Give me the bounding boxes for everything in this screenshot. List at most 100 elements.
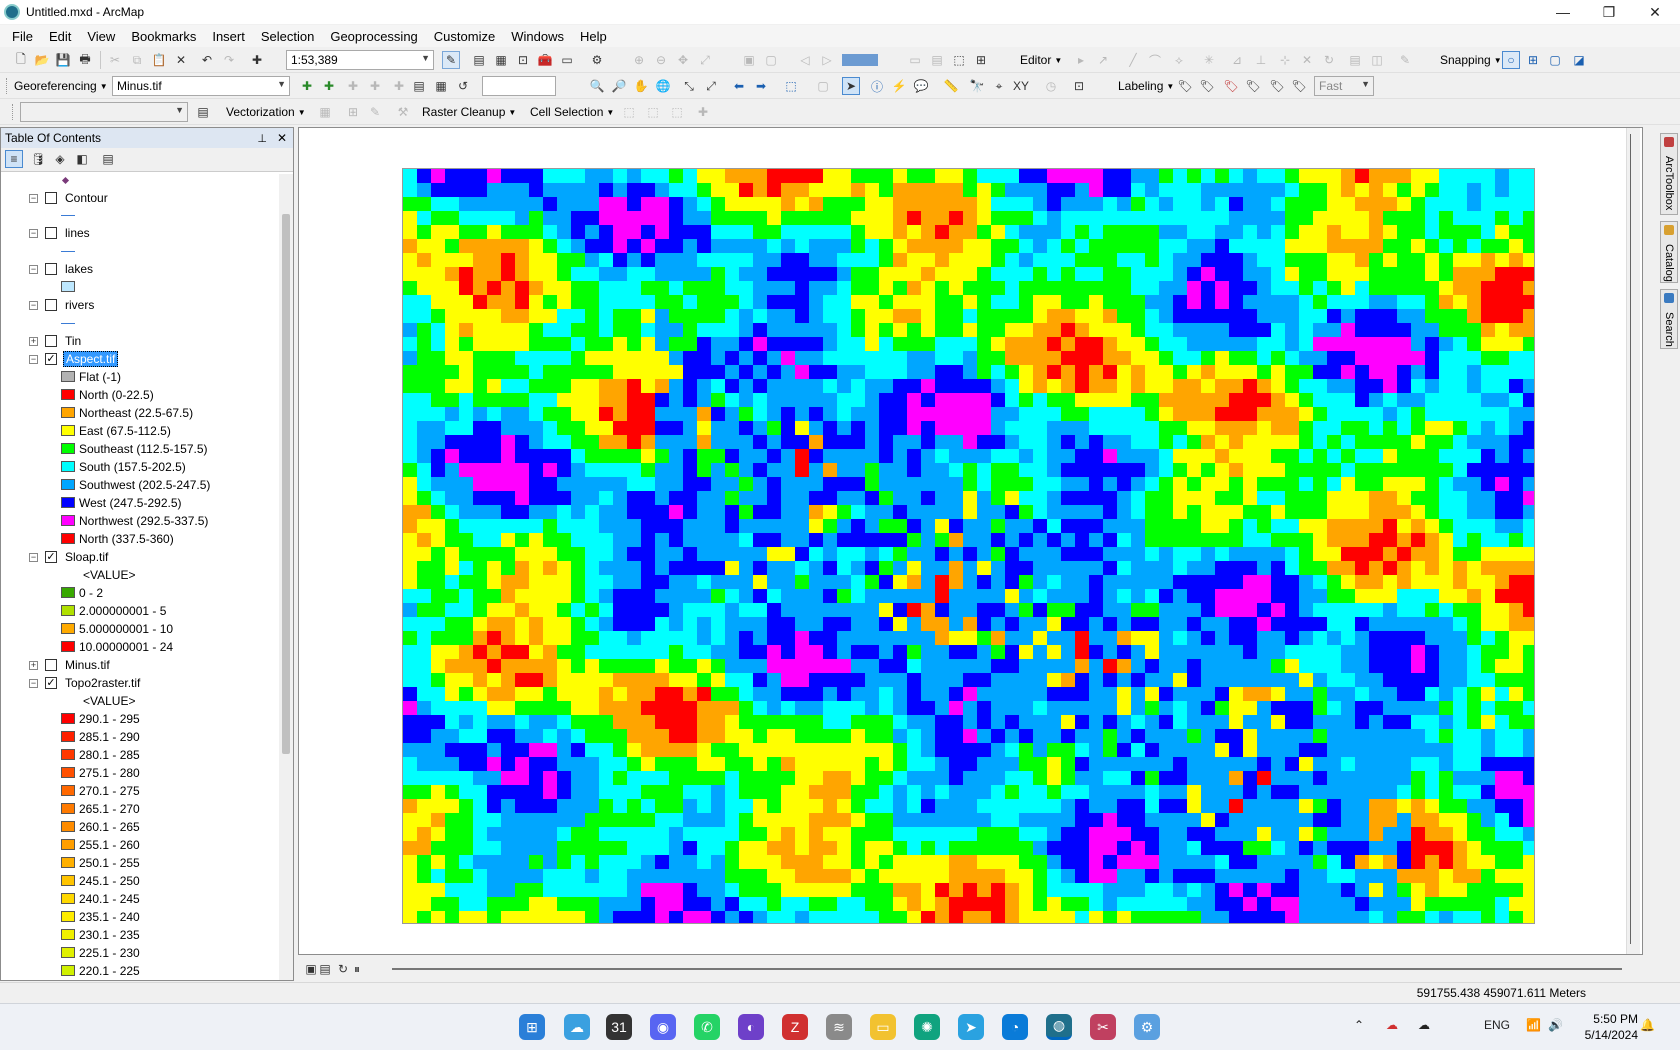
new-document-icon[interactable]: 🗋	[12, 51, 30, 69]
add-data-icon[interactable]: ✚	[248, 51, 266, 69]
legend-swatch[interactable]	[61, 947, 75, 958]
create-viewer-icon[interactable]: ⊡	[1070, 77, 1088, 95]
edit-annotation-icon[interactable]: ↗	[1094, 51, 1112, 69]
volume-icon[interactable]: 🔊	[1548, 1018, 1563, 1032]
whatsapp-icon[interactable]: ✆	[694, 1014, 720, 1040]
attributes-icon[interactable]: ▤	[1346, 51, 1364, 69]
time-slider-icon[interactable]: ◷	[1042, 77, 1060, 95]
legend-swatch[interactable]	[61, 605, 75, 616]
raster-pencil-icon[interactable]: ✎	[366, 103, 384, 121]
change-layout-icon[interactable]: ⬚	[950, 51, 968, 69]
python-window-icon[interactable]: ▭	[558, 51, 576, 69]
arctoolbox-icon[interactable]: 🧰	[536, 51, 554, 69]
layer-aspect[interactable]: − ✓ Aspect.tif	[1, 350, 261, 368]
edge-browser-icon[interactable]: ◔	[1002, 1014, 1028, 1040]
cloud-icon[interactable]: ☁	[1418, 1018, 1430, 1032]
toc-close-icon[interactable]: ✕	[277, 131, 287, 145]
label-manager-icon[interactable]: 🏷	[1176, 77, 1194, 95]
cell-selection-dropdown[interactable]: Cell Selection ▼	[526, 102, 618, 122]
select-by-rectangle-icon[interactable]: ⬚	[782, 77, 800, 95]
layer-rivers[interactable]: − rivers	[1, 296, 261, 314]
paste-icon[interactable]: 📋	[150, 51, 168, 69]
layer-lakes[interactable]: − lakes	[1, 260, 261, 278]
delete-icon[interactable]: ✕	[172, 51, 190, 69]
edit-tool-icon[interactable]: ▸	[1072, 51, 1090, 69]
menu-bookmarks[interactable]: Bookmarks	[123, 29, 204, 44]
legend-swatch[interactable]	[61, 965, 75, 976]
select-elements-icon[interactable]: ➤	[842, 77, 860, 95]
legend-swatch[interactable]	[61, 875, 75, 886]
delete-link-icon[interactable]: ✚	[366, 77, 384, 95]
modelbuilder-icon[interactable]: ⚙	[588, 51, 606, 69]
view-link-table-icon[interactable]: ▤	[410, 77, 428, 95]
collapse-icon[interactable]: −	[29, 193, 38, 203]
menu-windows[interactable]: Windows	[503, 29, 572, 44]
catalog-tab[interactable]: Catalog	[1660, 221, 1678, 283]
github-icon[interactable]: ◐	[738, 1014, 764, 1040]
legend-swatch[interactable]	[61, 497, 75, 508]
layer-visibility-checkbox[interactable]	[45, 659, 57, 671]
map-display[interactable]	[298, 127, 1643, 955]
straight-segment-icon[interactable]: ╱	[1124, 51, 1142, 69]
pause-labeling-icon[interactable]: 🏷	[1268, 77, 1286, 95]
georeference-layer-combo[interactable]: Minus.tif ▼	[112, 76, 290, 96]
layer-contour[interactable]: − Contour	[1, 189, 261, 207]
data-driven-pages-icon[interactable]: ⊞	[972, 51, 990, 69]
close-window-button[interactable]: ✕	[1632, 0, 1678, 24]
layer-minus[interactable]: + Minus.tif	[1, 656, 261, 674]
point-snapping-icon[interactable]: ○	[1502, 51, 1520, 69]
shift-raster-icon[interactable]: ↺	[454, 77, 472, 95]
notifications-icon[interactable]: 🔔	[1640, 1018, 1655, 1032]
full-extent-layout-icon[interactable]: ⤢	[696, 51, 714, 69]
raster-snapping-icon[interactable]: ✚	[694, 103, 712, 121]
print-icon[interactable]: 🖶	[76, 51, 94, 69]
legend-swatch[interactable]	[61, 893, 75, 904]
legend-swatch[interactable]	[61, 821, 75, 832]
telegram-icon[interactable]: ➤	[958, 1014, 984, 1040]
reshape-icon[interactable]: ⊥	[1252, 51, 1270, 69]
split-icon[interactable]: ✕	[1298, 51, 1316, 69]
snipping-tool-icon[interactable]: ✂	[1090, 1014, 1116, 1040]
legend-swatch[interactable]	[61, 623, 75, 634]
calendar-app-icon[interactable]: 31	[606, 1014, 632, 1040]
legend-swatch[interactable]	[61, 425, 75, 436]
collapse-icon[interactable]: −	[29, 678, 38, 688]
menu-geoprocessing[interactable]: Geoprocessing	[322, 29, 425, 44]
list-by-selection-icon[interactable]: ◧	[73, 150, 91, 168]
select-link-icon[interactable]: ✚	[320, 77, 338, 95]
layer-lines[interactable]: − lines	[1, 224, 261, 242]
sketch-properties-icon[interactable]: ◫	[1368, 51, 1386, 69]
vectorization-trace-icon[interactable]: ▦	[316, 103, 334, 121]
layer-visibility-checkbox[interactable]	[45, 299, 57, 311]
legend-swatch[interactable]	[61, 839, 75, 850]
zoom-out-icon[interactable]: 🔎	[610, 77, 628, 95]
menu-selection[interactable]: Selection	[253, 29, 322, 44]
save-icon[interactable]: 💾	[54, 51, 72, 69]
maximize-button[interactable]: ❐	[1586, 0, 1632, 24]
find-route-icon[interactable]: ⌖	[990, 77, 1008, 95]
pin-icon[interactable]: ⊥	[257, 132, 267, 145]
collapse-icon[interactable]: −	[29, 264, 38, 274]
label-quality-combo[interactable]: Fast ▼	[1314, 76, 1374, 96]
open-icon[interactable]: 📂	[33, 51, 51, 69]
legend-swatch[interactable]	[61, 803, 75, 814]
end-point-arc-icon[interactable]: ⌒	[1146, 51, 1164, 69]
collapse-icon[interactable]: −	[29, 552, 38, 562]
full-extent-icon[interactable]: 🌐	[654, 77, 672, 95]
layout-view-icon[interactable]: ▤	[316, 960, 334, 978]
list-by-visibility-icon[interactable]: ◈	[51, 150, 69, 168]
show-hidden-icons-icon[interactable]: ⌃	[1354, 1018, 1364, 1032]
fixed-zoom-in-icon[interactable]: ⤡	[680, 77, 698, 95]
search-tab[interactable]: Search	[1660, 289, 1678, 349]
expand-icon[interactable]: +	[29, 660, 38, 670]
arcscan-raster-icon[interactable]: ▤	[194, 103, 212, 121]
add-control-points-icon[interactable]: ✚	[298, 77, 316, 95]
menu-edit[interactable]: Edit	[41, 29, 79, 44]
discord-icon[interactable]: ◉	[650, 1014, 676, 1040]
fixed-zoom-out-icon[interactable]: ⤢	[702, 77, 720, 95]
toc-scrollbar[interactable]	[279, 174, 293, 980]
zoom-in-fixed-icon[interactable]: ⊕	[630, 51, 648, 69]
editor-toolbar-toggle-icon[interactable]: ✎	[442, 51, 460, 69]
python-app-icon[interactable]: ⚙	[1134, 1014, 1160, 1040]
aspect-raster-map[interactable]	[402, 168, 1535, 924]
